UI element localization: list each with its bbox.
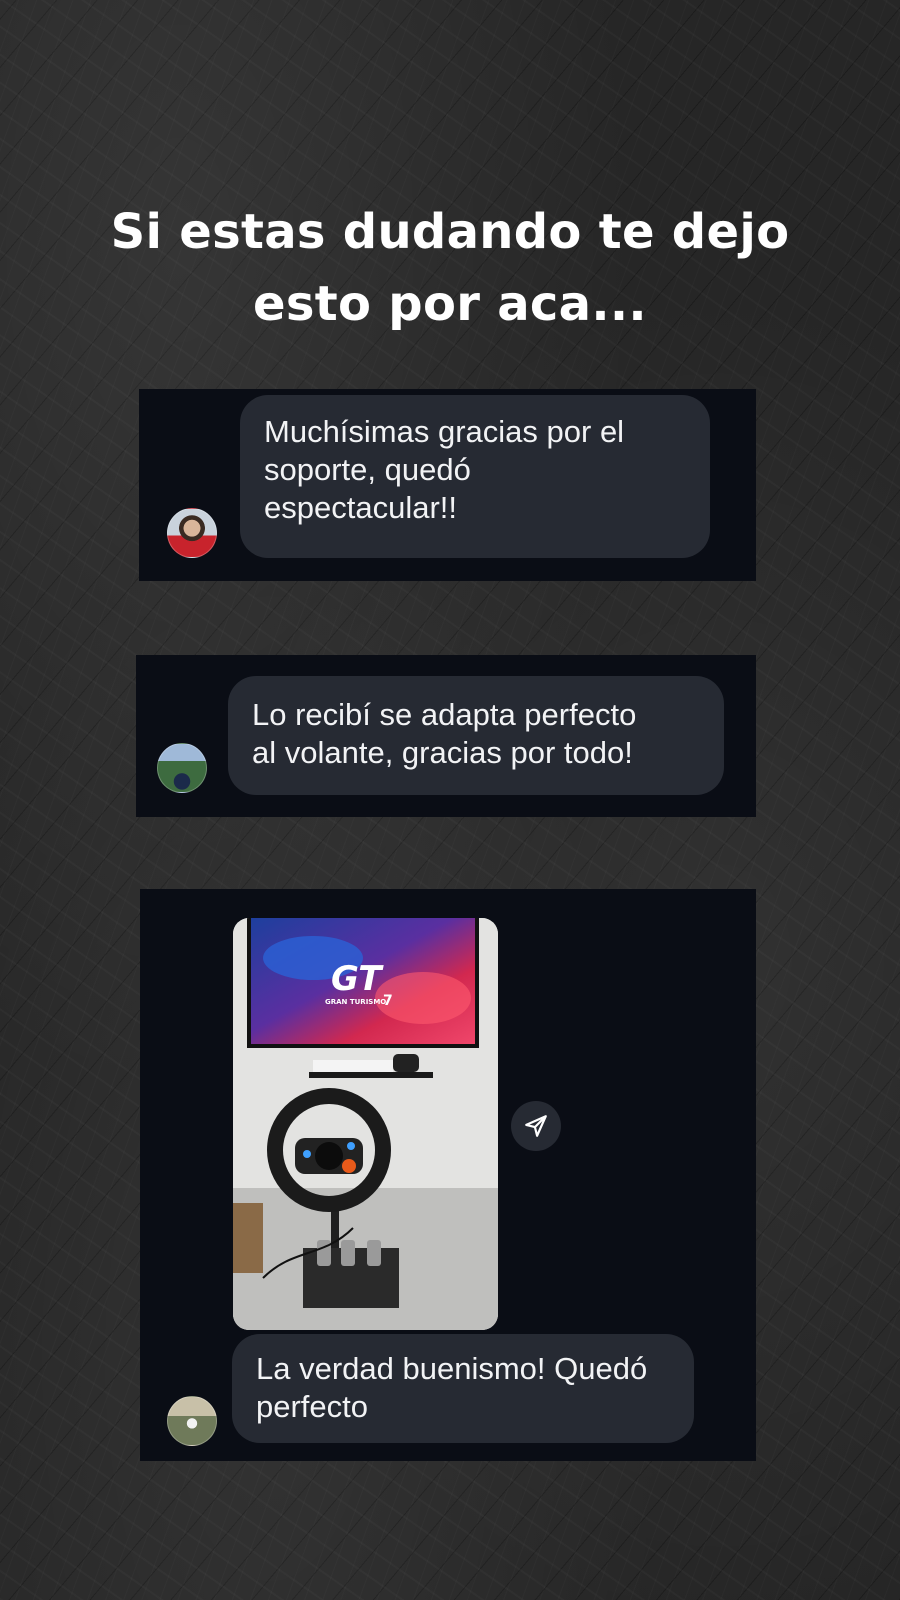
message-bubble-2[interactable]: Lo recibí se adapta perfecto al volante,… [228, 676, 724, 795]
message-text: perfecto [256, 1389, 369, 1424]
message-bubble-3[interactable]: La verdad buenismo! Quedó perfecto [232, 1334, 694, 1443]
screen-number: 7 [383, 993, 393, 1009]
message-text: soporte, quedó [264, 452, 471, 487]
message-bubble-1[interactable]: Muchísimas gracias por el soporte, quedó… [240, 395, 710, 558]
headline: Si estas dudando te dejo esto por aca... [0, 196, 900, 340]
share-button[interactable] [511, 1101, 561, 1151]
sim-racing-setup-photo: GT GRAN TURISMO 7 [233, 918, 498, 1330]
message-text: espectacular!! [264, 490, 457, 525]
photo-message[interactable]: GT GRAN TURISMO 7 [233, 918, 498, 1330]
paper-plane-icon [525, 1115, 547, 1137]
message-text: La verdad buenismo! Quedó [256, 1351, 648, 1386]
message-text: Muchísimas gracias por el [264, 414, 625, 449]
avatar[interactable] [167, 508, 217, 558]
message-text: Lo recibí se adapta perfecto [252, 697, 637, 732]
headline-line-1: Si estas dudando te dejo [110, 204, 790, 260]
screen-title: GRAN TURISMO [325, 998, 386, 1006]
avatar[interactable] [167, 1396, 217, 1446]
message-text: al volante, gracias por todo! [252, 735, 633, 770]
headline-line-2: esto por aca... [253, 276, 647, 332]
svg-text:GT: GT [331, 959, 384, 999]
avatar[interactable] [157, 743, 207, 793]
